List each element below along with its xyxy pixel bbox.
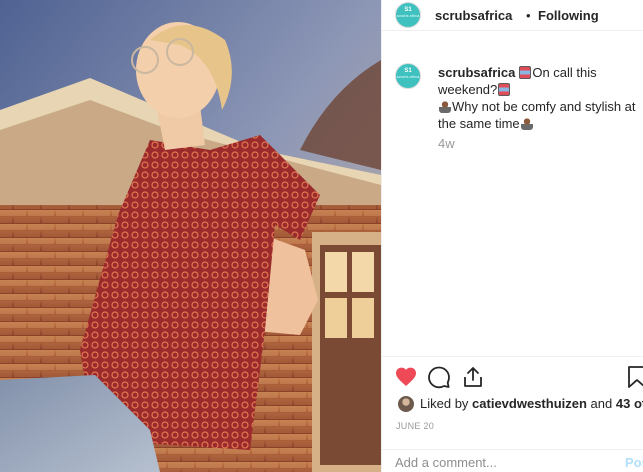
likes-summary: Liked by catievdwesthuizen and 43 others [420, 396, 643, 411]
caption-username-link[interactable]: scrubsafrica [438, 65, 515, 80]
caption-avatar-subtext: scrubs africa [396, 74, 420, 79]
health-worker-emoji-icon [439, 100, 451, 113]
bookmark-icon[interactable] [627, 365, 643, 389]
liker-username-link[interactable]: catievdwesthuizen [472, 396, 587, 411]
header-separator: • [526, 8, 531, 23]
health-worker-emoji-icon-2 [520, 117, 533, 130]
caption-timestamp[interactable]: 4w [438, 136, 455, 151]
mobile-phone-emoji-icon [519, 66, 532, 79]
mobile-phone-emoji-icon-2 [498, 83, 511, 96]
photo-illustration [0, 0, 381, 472]
likes-prefix: Liked by [420, 396, 469, 411]
comment-bar: Post [382, 449, 643, 472]
post-date[interactable]: June 20 [396, 421, 434, 431]
heart-filled-icon[interactable] [394, 365, 418, 389]
post-side-panel: S1 scrubs africa scrubsafrica • Followin… [381, 0, 643, 472]
comment-icon[interactable] [427, 365, 451, 389]
avatar-subtext: scrubs africa [396, 13, 420, 18]
following-button[interactable]: Following [538, 8, 599, 23]
post-comment-button[interactable]: Post [625, 455, 643, 470]
caption-line-2: Why not be comfy and stylish at the same… [438, 99, 636, 131]
caption-avatar[interactable]: S1 scrubs africa [395, 63, 421, 89]
caption-text: scrubsafrica On call this weekend? Why no… [438, 64, 638, 132]
liker-avatar[interactable] [398, 396, 414, 412]
post-header: S1 scrubs africa scrubsafrica • Followin… [382, 0, 643, 31]
avatar[interactable]: S1 scrubs africa [395, 2, 421, 28]
comment-input[interactable] [395, 455, 605, 470]
likes-connector: and [590, 396, 613, 411]
share-icon[interactable] [461, 365, 485, 389]
header-username-link[interactable]: scrubsafrica [435, 8, 512, 23]
post-photo[interactable] [0, 0, 381, 472]
likes-others-link[interactable]: 43 others [616, 396, 643, 411]
caption-area: S1 scrubs africa scrubsafrica On call thi… [382, 31, 643, 356]
